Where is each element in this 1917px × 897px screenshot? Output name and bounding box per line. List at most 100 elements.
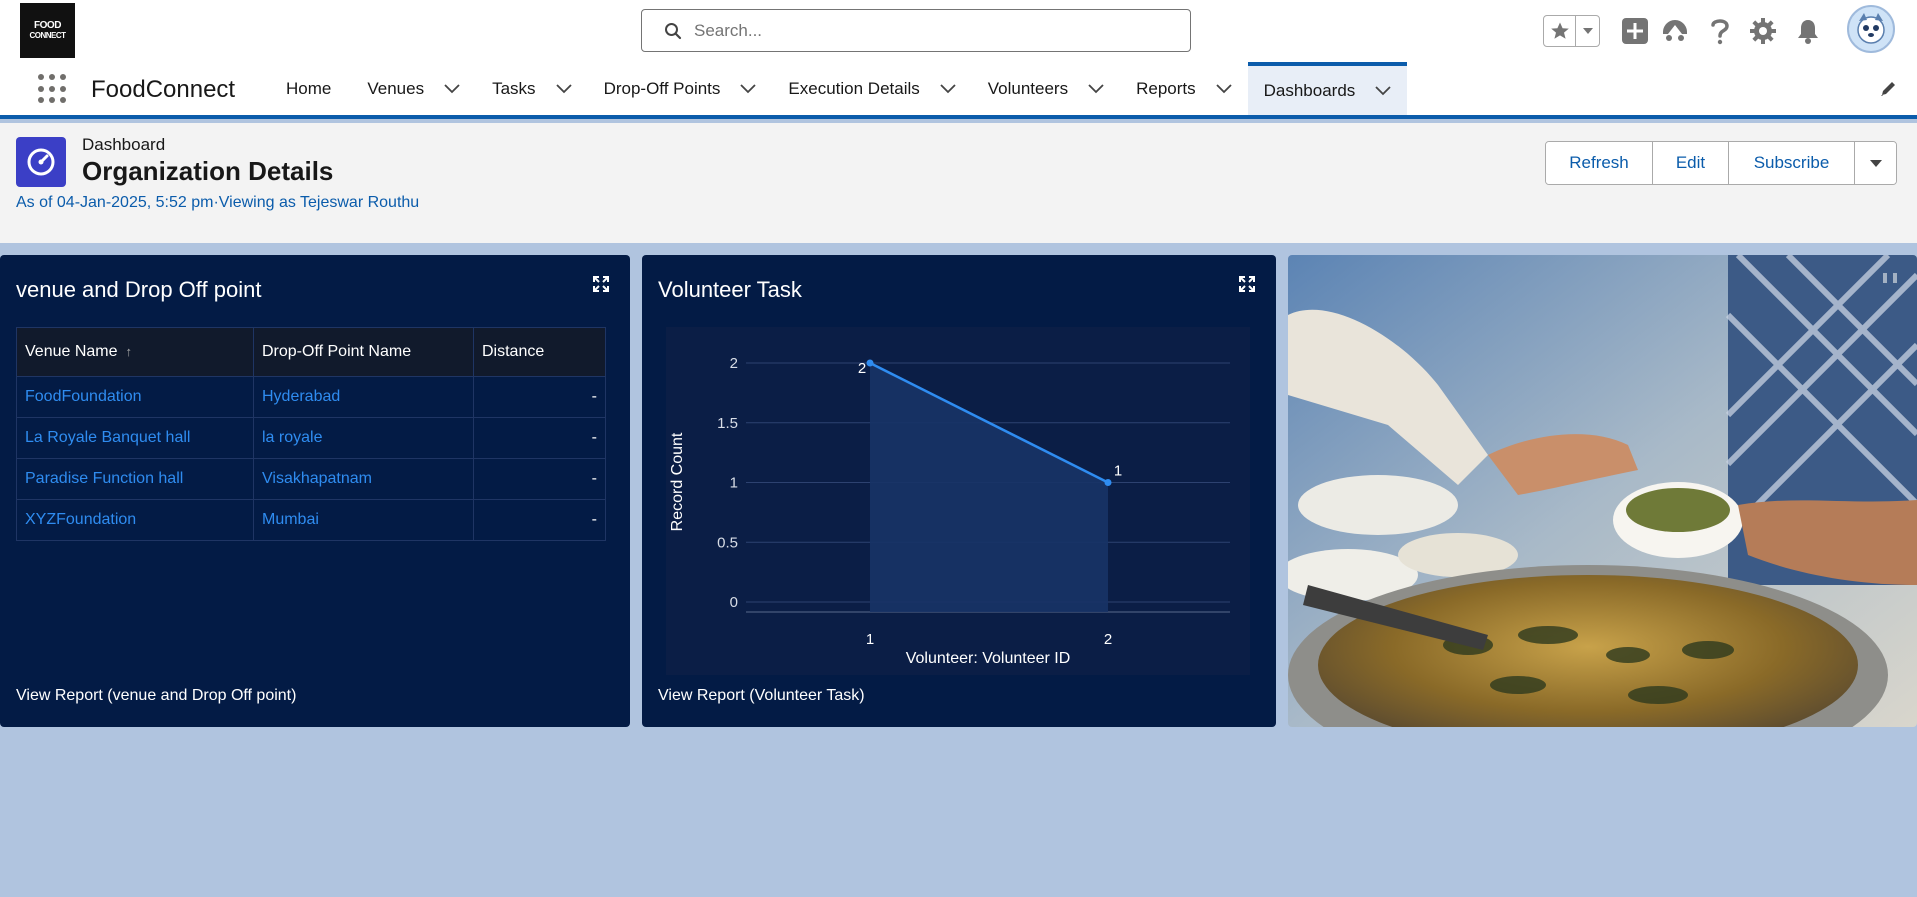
drop-off-point-link[interactable]: Hyderabad — [253, 376, 474, 418]
drop-off-point-link[interactable]: Visakhapatnam — [253, 458, 474, 500]
global-search[interactable] — [641, 9, 1191, 52]
line-chart: 2 1.5 1 0.5 0 2 1 1 2 Volunteer: Volunteer ID Reco… — [669, 355, 1230, 667]
edit-nav-pencil-icon[interactable] — [1879, 80, 1897, 103]
nav-item-label: Volunteers — [987, 78, 1069, 98]
bell-icon[interactable] — [1791, 14, 1825, 48]
view-report-link[interactable]: View Report (Volunteer Task) — [658, 687, 865, 705]
nav-item-label: Venues — [367, 78, 425, 98]
volunteer-task-widget: Volunteer Task 2 1.5 1 0.5 0 2 1 1 2 Volunteer: V… — [642, 255, 1276, 727]
column-header-distance[interactable]: Distance — [473, 327, 606, 377]
chevron-down-icon[interactable] — [555, 83, 572, 94]
dashboard-kicker: Dashboard — [82, 135, 166, 154]
app-navigation: FoodConnect Home Venues Tasks Drop-Off P… — [0, 62, 1917, 119]
venue-name-link[interactable]: FoodFoundation — [16, 376, 254, 418]
table-row: XYZFoundation Mumbai - — [16, 499, 606, 541]
expand-icon[interactable] — [1238, 275, 1256, 293]
table-header-row: Venue Name ↑ Drop-Off Point Name Distance — [16, 327, 606, 377]
foodconnect-logo[interactable]: FOOD CONNECT — [20, 3, 75, 58]
distance-cell: - — [473, 417, 606, 459]
table-row: FoodFoundation Hyderabad - — [16, 376, 606, 418]
dashboard-header: Dashboard Organization Details As of 04-… — [0, 123, 1917, 243]
page-title: Organization Details — [82, 156, 334, 186]
dashboard-actions: Refresh Edit Subscribe — [1545, 141, 1897, 185]
star-icon[interactable] — [1544, 16, 1576, 46]
nav-item-home[interactable]: Home — [270, 62, 351, 115]
chevron-down-icon[interactable] — [940, 83, 956, 94]
logo-line1: FOOD — [34, 19, 61, 31]
y-tick-label: 2 — [730, 355, 738, 372]
venue-name-link[interactable]: La Royale Banquet hall — [16, 417, 254, 459]
y-tick-label: 1.5 — [717, 415, 738, 432]
expand-icon[interactable] — [592, 275, 610, 293]
trailhead-icon[interactable] — [1658, 14, 1692, 48]
subscribe-button[interactable]: Subscribe — [1729, 142, 1855, 184]
y-tick-label: 0 — [730, 594, 738, 611]
chevron-down-icon[interactable] — [444, 83, 460, 94]
avatar[interactable] — [1847, 5, 1895, 53]
chevron-down-icon — [1869, 159, 1882, 167]
app-launcher-icon[interactable] — [38, 74, 68, 104]
nav-item-reports[interactable]: Reports — [1120, 62, 1248, 115]
more-actions-button[interactable] — [1855, 142, 1896, 184]
view-report-link[interactable]: View Report (venue and Drop Off point) — [16, 687, 296, 705]
table-row: Paradise Function hall Visakhapatnam - — [16, 458, 606, 500]
nav-item-label: Dashboards — [1263, 80, 1356, 100]
data-point — [1104, 479, 1112, 486]
distance-cell: - — [473, 499, 606, 541]
series-area — [870, 363, 1108, 612]
column-header-label: Drop-Off Point Name — [262, 343, 412, 360]
favorites-group[interactable] — [1543, 15, 1600, 47]
volunteer-task-chart[interactable]: 2 1.5 1 0.5 0 2 1 1 2 Volunteer: Volunteer ID Reco… — [666, 327, 1250, 675]
distance-cell: - — [473, 458, 606, 500]
drop-off-point-link[interactable]: Mumbai — [253, 499, 474, 541]
search-input[interactable] — [694, 20, 1174, 41]
venue-dropoff-widget: venue and Drop Off point Venue Name ↑ Dro… — [0, 255, 630, 727]
chevron-down-icon[interactable] — [740, 83, 757, 94]
column-header-drop-off-point-name[interactable]: Drop-Off Point Name — [253, 327, 474, 377]
sort-arrow-up-icon: ↑ — [125, 344, 133, 359]
chevron-down-icon[interactable] — [1215, 83, 1232, 94]
venue-name-link[interactable]: XYZFoundation — [16, 499, 254, 541]
logo-line2: CONNECT — [29, 30, 66, 40]
refresh-button[interactable]: Refresh — [1546, 142, 1653, 184]
nav-item-label: Execution Details — [788, 78, 920, 98]
dashboard-icon — [16, 137, 66, 187]
column-header-label: Distance — [482, 343, 545, 360]
setup-gear-icon[interactable] — [1746, 14, 1780, 48]
venue-name-link[interactable]: Paradise Function hall — [16, 458, 254, 500]
chevron-down-icon[interactable] — [1576, 16, 1599, 46]
x-axis-title: Volunteer: Volunteer ID — [906, 650, 1071, 667]
data-label: 1 — [1114, 463, 1122, 480]
data-point — [866, 359, 874, 367]
app-name: FoodConnect — [91, 76, 236, 103]
nav-item-label: Tasks — [492, 78, 536, 98]
widget-title: venue and Drop Off point — [16, 277, 262, 302]
venue-table: Venue Name ↑ Drop-Off Point Name Distance… — [16, 327, 606, 541]
nav-item-label: Drop-Off Points — [603, 78, 721, 98]
table-row: La Royale Banquet hall la royale - — [16, 417, 606, 459]
nav-item-tasks[interactable]: Tasks — [476, 62, 587, 115]
add-icon[interactable] — [1618, 14, 1652, 48]
nav-item-venues[interactable]: Venues — [351, 62, 476, 115]
y-tick-label: 1 — [730, 475, 738, 492]
nav-item-execution-details[interactable]: Execution Details — [772, 62, 971, 115]
dashboard-subtitle: As of 04-Jan-2025, 5:52 pm·Viewing as Te… — [16, 194, 420, 211]
nav-item-volunteers[interactable]: Volunteers — [972, 62, 1120, 115]
chevron-down-icon[interactable] — [1375, 85, 1391, 96]
chevron-down-icon[interactable] — [1088, 83, 1104, 94]
search-icon — [665, 22, 682, 39]
nav-item-dashboards[interactable]: Dashboards — [1247, 62, 1408, 115]
help-icon[interactable] — [1703, 14, 1737, 48]
column-header-label: Venue Name — [25, 343, 118, 360]
column-header-venue-name[interactable]: Venue Name ↑ — [16, 327, 254, 377]
food-serving-photo — [1288, 255, 1917, 727]
widget-title: Volunteer Task — [658, 277, 802, 302]
edit-button[interactable]: Edit — [1653, 142, 1729, 184]
drop-off-point-link[interactable]: la royale — [253, 417, 474, 459]
nav-item-drop-off-points[interactable]: Drop-Off Points — [588, 62, 773, 115]
y-tick-label: 0.5 — [717, 534, 738, 551]
nav-item-label: Reports — [1136, 78, 1196, 98]
x-tick-label: 2 — [1104, 631, 1112, 648]
x-tick-label: 1 — [866, 631, 874, 648]
global-header: FOOD CONNECT — [0, 0, 1917, 62]
